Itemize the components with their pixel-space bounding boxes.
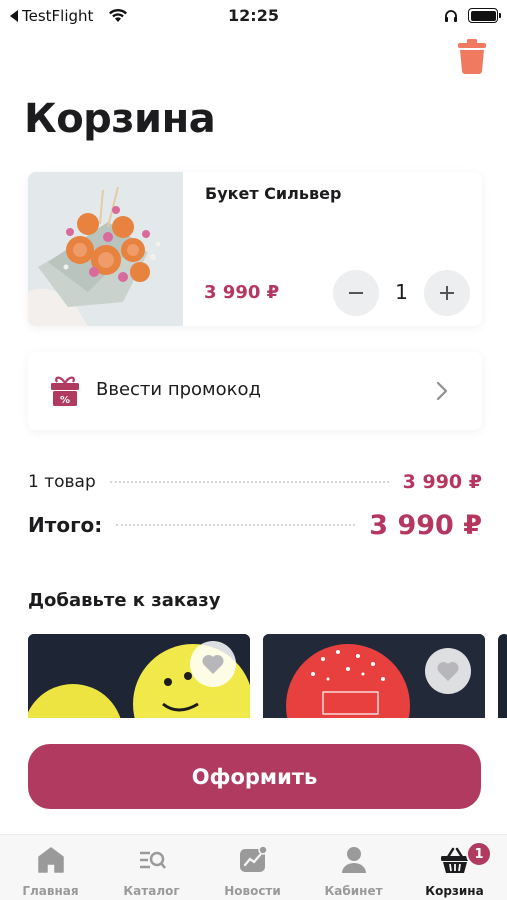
- user-icon: [342, 847, 366, 873]
- total-row: Итого: 3 990 ₽: [28, 506, 482, 544]
- tab-cart[interactable]: Корзина: [404, 835, 505, 900]
- quantity-value: 1: [395, 280, 408, 304]
- page-title: Корзина: [24, 96, 216, 142]
- tab-account[interactable]: Кабинет: [303, 835, 404, 900]
- addon-card[interactable]: [28, 634, 250, 718]
- clock: 12:25: [228, 6, 279, 25]
- tab-news[interactable]: Новости: [202, 835, 303, 900]
- addon-card-partial[interactable]: [498, 634, 507, 718]
- dotted-leader: [116, 524, 356, 526]
- status-bar: TestFlight 12:25: [0, 0, 507, 32]
- bouquet-image: [28, 172, 183, 326]
- tab-home[interactable]: Главная: [0, 835, 101, 900]
- tab-label: Главная: [22, 884, 79, 898]
- catalog-search-icon: [140, 851, 166, 869]
- addons-title: Добавьте к заказу: [28, 590, 221, 611]
- decrease-quantity-button[interactable]: [333, 270, 379, 316]
- news-chart-icon: [240, 845, 268, 872]
- favorite-button[interactable]: [425, 648, 471, 694]
- tab-label: Кабинет: [324, 884, 383, 898]
- dotted-leader: [109, 481, 389, 483]
- svg-text:%: %: [60, 395, 70, 406]
- tab-bar: Главная Каталог Новости Кабинет Корзина: [0, 834, 507, 900]
- items-subtotal-value: 3 990 ₽: [402, 471, 482, 493]
- favorite-button[interactable]: [190, 641, 236, 687]
- cart-count-badge: 1: [466, 841, 492, 867]
- addon-card[interactable]: [263, 634, 485, 718]
- tab-label: Каталог: [123, 884, 180, 898]
- tab-catalog[interactable]: Каталог: [101, 835, 202, 900]
- headphones-icon: [445, 10, 457, 22]
- product-name[interactable]: Букет Сильвер: [205, 184, 341, 203]
- tab-label: Новости: [224, 884, 281, 898]
- items-subtotal-row: 1 товар 3 990 ₽: [28, 468, 482, 496]
- total-label: Итого:: [28, 513, 103, 537]
- minus-icon: [349, 292, 363, 294]
- increase-quantity-button[interactable]: [424, 270, 470, 316]
- total-value: 3 990 ₽: [369, 509, 482, 541]
- chevron-right-icon: [436, 381, 448, 401]
- promo-code-row[interactable]: % Ввести промокод: [28, 352, 482, 430]
- heart-icon: [437, 661, 459, 681]
- heart-icon: [202, 654, 224, 674]
- battery-icon: [468, 8, 501, 23]
- promo-code-label: Ввести промокод: [96, 379, 261, 400]
- home-icon: [38, 847, 64, 873]
- cart-item-card[interactable]: Букет Сильвер 3 990 ₽ 1: [28, 172, 482, 326]
- gift-percent-icon: %: [51, 376, 79, 406]
- product-price: 3 990 ₽: [204, 282, 280, 303]
- tab-label: Корзина: [425, 884, 484, 898]
- plus-icon: [440, 286, 454, 300]
- trash-icon[interactable]: [457, 38, 487, 74]
- items-count-label: 1 товар: [28, 472, 96, 492]
- checkout-button[interactable]: Оформить: [28, 744, 481, 809]
